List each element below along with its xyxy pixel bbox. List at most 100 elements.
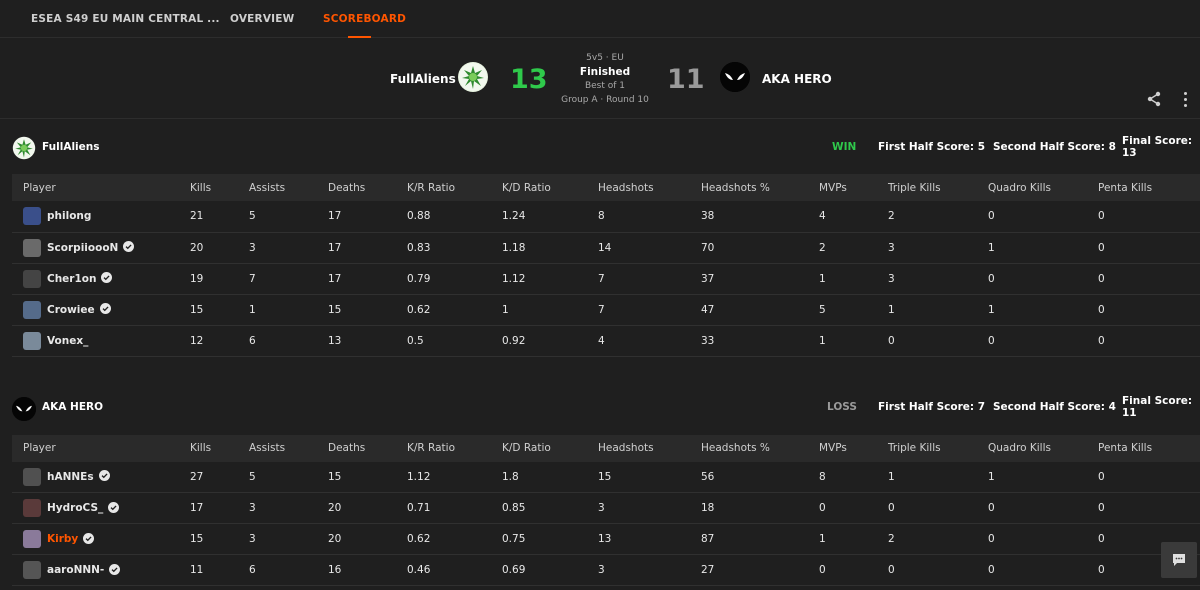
cell-kills: 11	[190, 554, 249, 586]
table-row: mexoozje910160.380.564442000	[12, 585, 1200, 590]
avatar[interactable]	[23, 207, 41, 226]
team2-first-half: First Half Score: 7	[878, 401, 986, 413]
avatar[interactable]	[23, 499, 41, 517]
player-cell: mexoozje	[12, 585, 190, 590]
column-header-mvps[interactable]: MVPs	[819, 434, 888, 462]
avatar[interactable]	[23, 331, 41, 350]
avatar[interactable]	[23, 300, 41, 319]
cell-mvps: 2	[819, 585, 888, 590]
cell-kills: 27	[190, 461, 249, 493]
cell-mvps: 0	[819, 492, 888, 524]
cell-headshots: 7	[598, 263, 701, 295]
cell-mvps: 5	[819, 294, 888, 326]
column-header-headshots[interactable]: Headshots	[598, 434, 701, 462]
column-header-headshots-pct[interactable]: Headshots %	[701, 174, 819, 201]
player-name[interactable]: Vonex_	[47, 335, 88, 347]
cell-kills: 15	[190, 294, 249, 326]
column-header-player[interactable]: Player	[12, 434, 190, 462]
cell-deaths: 17	[328, 232, 407, 264]
team2-scoreboard: Player Kills Assists Deaths K/R Ratio K/D Rat…	[12, 434, 1200, 590]
cell-mvps: 0	[819, 554, 888, 586]
table-row: hANNEs 27 5 15 1.12 1.8 15 56 8 1 1 0	[12, 461, 1200, 493]
cell-assists: 3	[249, 232, 328, 264]
chat-icon[interactable]	[1161, 542, 1197, 578]
player-name[interactable]: HydroCS_	[47, 502, 103, 514]
cell-deaths: 20	[328, 492, 407, 524]
tab-league[interactable]: ESEA S49 EU MAIN CENTRAL ...	[31, 0, 230, 38]
team2-label[interactable]: AKA HERO	[42, 401, 103, 413]
column-header-kd-ratio[interactable]: K/D Ratio	[502, 434, 598, 462]
tab-overview[interactable]: OVERVIEW	[230, 0, 323, 38]
team1-small-logo	[12, 136, 36, 160]
cell-penta-kills: 0	[1098, 263, 1200, 295]
column-header-triple-kills[interactable]: Triple Kills	[888, 174, 988, 201]
column-header-player[interactable]: Player	[12, 174, 190, 201]
cell-kr-ratio: 0.88	[407, 201, 502, 233]
column-header-deaths[interactable]: Deaths	[328, 174, 407, 201]
share-icon[interactable]	[1146, 91, 1162, 111]
cell-headshots-pct: 56	[701, 461, 819, 493]
column-header-quadro-kills[interactable]: Quadro Kills	[988, 434, 1098, 462]
team2-second-half: Second Half Score: 4	[993, 401, 1116, 413]
column-header-quadro-kills[interactable]: Quadro Kills	[988, 174, 1098, 201]
table-row: Cher1on 19 7 17 0.79 1.12 7 37 1 3 0 0	[12, 263, 1200, 295]
cell-kr-ratio: 0.79	[407, 263, 502, 295]
verified-badge-icon	[104, 563, 121, 577]
column-header-headshots-pct[interactable]: Headshots %	[701, 434, 819, 462]
verified-badge-icon	[103, 501, 120, 515]
cell-mvps: 2	[819, 232, 888, 264]
column-header-deaths[interactable]: Deaths	[328, 434, 407, 462]
player-name[interactable]: Kirby	[47, 533, 78, 545]
column-header-mvps[interactable]: MVPs	[819, 174, 888, 201]
column-header-kd-ratio[interactable]: K/D Ratio	[502, 174, 598, 201]
cell-triple-kills: 3	[888, 263, 988, 295]
cell-assists: 3	[249, 492, 328, 524]
cell-kd-ratio: 1.24	[502, 201, 598, 233]
cell-mvps: 1	[819, 523, 888, 555]
cell-kr-ratio: 0.62	[407, 523, 502, 555]
column-header-penta-kills[interactable]: Penta Kills	[1098, 174, 1200, 201]
player-name[interactable]: Crowiee	[47, 304, 95, 316]
cell-headshots-pct: 47	[701, 294, 819, 326]
team2-final: Final Score: 11	[1122, 395, 1193, 419]
player-name[interactable]: Cher1on	[47, 273, 96, 285]
player-name[interactable]: philong	[47, 210, 91, 222]
avatar[interactable]	[23, 467, 41, 486]
avatar[interactable]	[23, 238, 41, 257]
team1-summary: FullAliens WIN First Half Score: 5 Secon…	[0, 119, 1200, 174]
cell-headshots-pct: 44	[701, 585, 819, 590]
cell-headshots: 7	[598, 294, 701, 326]
cell-mvps: 4	[819, 201, 888, 233]
player-name[interactable]: aaroNNN-	[47, 564, 104, 576]
team1-name[interactable]: FullAliens	[390, 72, 456, 86]
team2-summary: AKA HERO LOSS First Half Score: 7 Second…	[0, 380, 1200, 435]
player-cell: Vonex_	[12, 325, 190, 357]
cell-kills: 20	[190, 232, 249, 264]
column-header-assists[interactable]: Assists	[249, 434, 328, 462]
cell-kd-ratio: 1.12	[502, 263, 598, 295]
player-cell: ScorpiioooN	[12, 232, 190, 264]
column-header-penta-kills[interactable]: Penta Kills	[1098, 434, 1200, 462]
column-header-kr-ratio[interactable]: K/R Ratio	[407, 174, 502, 201]
avatar[interactable]	[23, 530, 41, 548]
cell-mvps: 8	[819, 461, 888, 493]
column-header-kills[interactable]: Kills	[190, 434, 249, 462]
more-vertical-icon[interactable]	[1184, 92, 1188, 110]
tab-scoreboard[interactable]: SCOREBOARD	[323, 0, 406, 38]
column-header-assists[interactable]: Assists	[249, 174, 328, 201]
cell-kills: 21	[190, 201, 249, 233]
column-header-headshots[interactable]: Headshots	[598, 174, 701, 201]
team1-label[interactable]: FullAliens	[42, 141, 100, 153]
cell-assists: 3	[249, 523, 328, 555]
avatar[interactable]	[23, 269, 41, 288]
avatar[interactable]	[23, 561, 41, 579]
team2-name[interactable]: AKA HERO	[762, 72, 832, 86]
cell-headshots: 3	[598, 492, 701, 524]
verified-badge-icon	[118, 241, 135, 254]
player-name[interactable]: hANNEs	[47, 471, 94, 483]
table-header-row: Player Kills Assists Deaths K/R Ratio K/D Rat…	[12, 434, 1200, 462]
column-header-triple-kills[interactable]: Triple Kills	[888, 434, 988, 462]
player-name[interactable]: ScorpiioooN	[47, 242, 118, 254]
column-header-kr-ratio[interactable]: K/R Ratio	[407, 434, 502, 462]
column-header-kills[interactable]: Kills	[190, 174, 249, 201]
